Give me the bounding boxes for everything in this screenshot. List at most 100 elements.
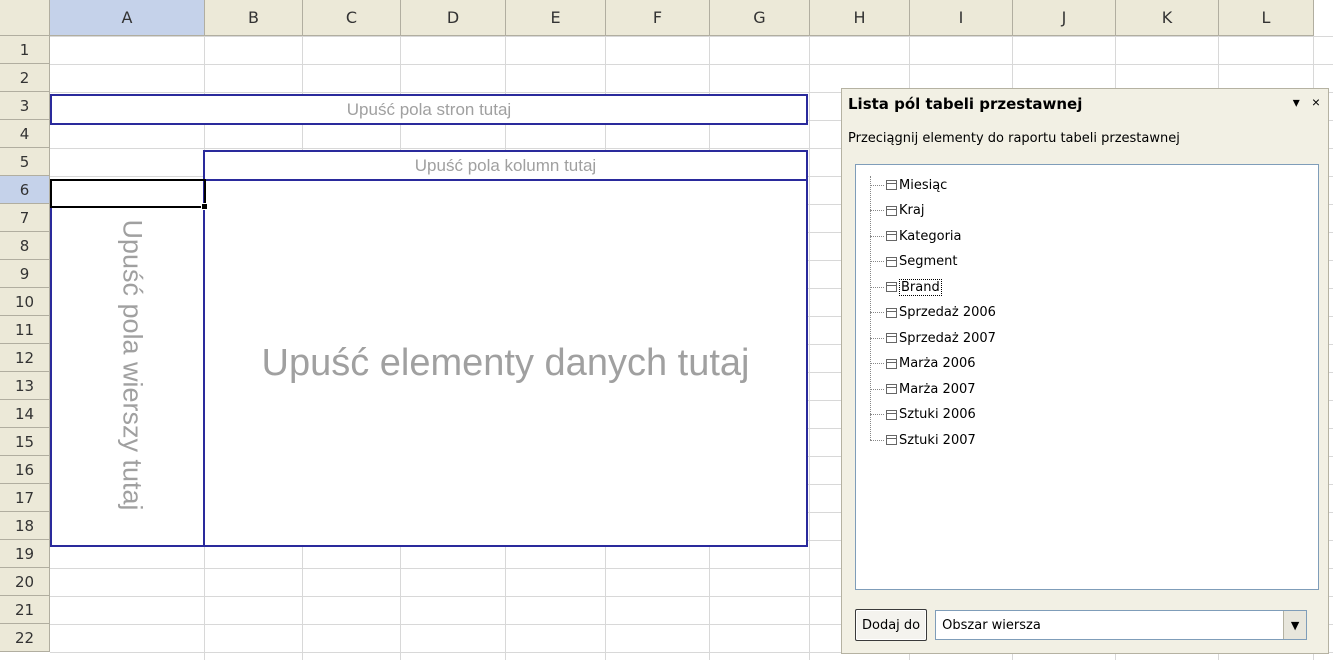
pivot-field-label: Brand bbox=[899, 278, 942, 296]
column-header-c[interactable]: C bbox=[303, 0, 401, 36]
row-header-17[interactable]: 17 bbox=[0, 484, 50, 512]
pivot-field-item[interactable]: Sztuki 2006 bbox=[870, 404, 976, 426]
pivot-field-item[interactable]: Segment bbox=[870, 251, 958, 273]
field-icon bbox=[886, 435, 897, 445]
field-icon bbox=[886, 205, 897, 216]
grid-column-line bbox=[809, 36, 810, 660]
pivot-field-item[interactable]: Miesiąc bbox=[870, 174, 947, 196]
column-header-e[interactable]: E bbox=[506, 0, 606, 36]
field-icon bbox=[886, 307, 897, 318]
row-header-22[interactable]: 22 bbox=[0, 624, 50, 652]
pivot-field-item[interactable]: Kraj bbox=[870, 200, 924, 222]
field-icon bbox=[886, 409, 897, 420]
column-header-f[interactable]: F bbox=[606, 0, 710, 36]
tree-branch-line bbox=[870, 312, 884, 313]
panel-title: Lista pól tabeli przestawnej bbox=[848, 95, 1083, 113]
field-list[interactable]: Miesiąc Kraj Kategoria Segment Brand Sprzedaż… bbox=[855, 164, 1319, 590]
pivot-field-label: Marża 2006 bbox=[899, 356, 976, 371]
row-header-13[interactable]: 13 bbox=[0, 372, 50, 400]
column-header-k[interactable]: K bbox=[1116, 0, 1219, 36]
column-header-g[interactable]: G bbox=[710, 0, 810, 36]
column-header-l[interactable]: L bbox=[1219, 0, 1314, 36]
pivot-field-label: Kategoria bbox=[899, 228, 962, 244]
data-items-drop-label: Upuść elementy danych tutaj bbox=[261, 341, 750, 384]
pivot-field-label: Marża 2007 bbox=[899, 381, 976, 397]
row-header-12[interactable]: 12 bbox=[0, 344, 50, 372]
pivot-field-item[interactable]: Brand bbox=[870, 276, 942, 298]
column-header-b[interactable]: B bbox=[205, 0, 303, 36]
tree-branch-line bbox=[870, 261, 884, 262]
pivot-field-label: Miesiąc bbox=[899, 177, 948, 193]
row-headers: 1 2 3 4 5 6 7 8 9 10 11 12 13 14 15 16 17 18 19 20 21 22 bbox=[0, 36, 50, 652]
pivot-field-item[interactable]: Sprzedaż 2006 bbox=[870, 302, 996, 324]
pivot-field-item[interactable]: Sprzedaż 2007 bbox=[870, 327, 996, 349]
field-icon bbox=[886, 231, 897, 241]
row-header-14[interactable]: 14 bbox=[0, 400, 50, 428]
row-header-1[interactable]: 1 bbox=[0, 36, 50, 64]
row-header-2[interactable]: 2 bbox=[0, 64, 50, 92]
area-select-value: Obszar wiersza bbox=[942, 617, 1041, 633]
column-header-d[interactable]: D bbox=[401, 0, 506, 36]
tree-branch-line bbox=[870, 210, 884, 211]
tree-branch-line bbox=[870, 414, 884, 415]
tree-branch-line bbox=[870, 235, 884, 237]
pivot-field-label: Sprzedaż 2007 bbox=[899, 330, 996, 346]
pivot-field-label: Sztuki 2007 bbox=[899, 432, 976, 448]
pivot-field-item[interactable]: Marża 2007 bbox=[870, 378, 976, 400]
field-icon bbox=[886, 358, 897, 369]
panel-description: Przeciągnij elementy do raportu tabeli p… bbox=[848, 131, 1180, 146]
field-icon bbox=[886, 180, 897, 190]
data-items-drop-zone[interactable]: Upuść elementy danych tutaj bbox=[203, 179, 808, 547]
select-all-corner[interactable] bbox=[0, 0, 50, 36]
row-header-6[interactable]: 6 bbox=[0, 176, 50, 204]
row-header-3[interactable]: 3 bbox=[0, 92, 50, 120]
pivot-field-label: Sztuki 2006 bbox=[899, 407, 976, 422]
row-header-19[interactable]: 19 bbox=[0, 540, 50, 568]
column-header-a[interactable]: A bbox=[50, 0, 205, 36]
field-icon bbox=[886, 282, 897, 292]
chevron-down-icon[interactable]: ▼ bbox=[1283, 611, 1307, 639]
tree-branch-line bbox=[870, 337, 884, 339]
row-header-20[interactable]: 20 bbox=[0, 568, 50, 596]
page-fields-drop-label: Upuść pola stron tutaj bbox=[346, 99, 512, 119]
pivot-field-label: Segment bbox=[899, 254, 958, 269]
row-header-7[interactable]: 7 bbox=[0, 204, 50, 232]
tree-branch-line bbox=[870, 388, 884, 390]
active-cell-a6[interactable] bbox=[50, 179, 208, 210]
pivot-field-list-panel: Lista pól tabeli przestawnej ▾ × Przecią… bbox=[841, 88, 1329, 654]
row-header-10[interactable]: 10 bbox=[0, 288, 50, 316]
tree-branch-line bbox=[870, 439, 884, 441]
column-fields-drop-zone[interactable]: Upuść pola kolumn tutaj bbox=[203, 150, 808, 181]
pivot-field-item[interactable]: Kategoria bbox=[870, 225, 962, 247]
fill-handle[interactable] bbox=[201, 203, 208, 210]
row-header-16[interactable]: 16 bbox=[0, 456, 50, 484]
close-icon[interactable]: × bbox=[1312, 94, 1320, 111]
row-header-11[interactable]: 11 bbox=[0, 316, 50, 344]
pivot-field-item[interactable]: Marża 2006 bbox=[870, 353, 976, 375]
tree-branch-line bbox=[870, 363, 884, 364]
column-headers: ABCDEFGHIJKL bbox=[50, 0, 1314, 36]
column-header-j[interactable]: J bbox=[1013, 0, 1116, 36]
column-fields-drop-label: Upuść pola kolumn tutaj bbox=[414, 155, 597, 175]
row-header-21[interactable]: 21 bbox=[0, 596, 50, 624]
row-header-4[interactable]: 4 bbox=[0, 120, 50, 148]
tree-branch-line bbox=[870, 286, 884, 288]
row-header-9[interactable]: 9 bbox=[0, 260, 50, 288]
field-icon bbox=[886, 384, 897, 394]
row-header-18[interactable]: 18 bbox=[0, 512, 50, 540]
column-header-i[interactable]: I bbox=[910, 0, 1013, 36]
row-fields-drop-zone[interactable]: Upuść pola wierszy tutaj bbox=[50, 179, 205, 547]
field-icon bbox=[886, 333, 897, 343]
area-select[interactable]: Obszar wiersza ▼ bbox=[935, 610, 1308, 640]
page-fields-drop-zone[interactable]: Upuść pola stron tutaj bbox=[50, 94, 808, 125]
row-header-5[interactable]: 5 bbox=[0, 148, 50, 176]
add-to-button[interactable]: Dodaj do bbox=[855, 609, 928, 641]
panel-menu-dropdown-icon[interactable]: ▾ bbox=[1293, 94, 1300, 111]
row-header-15[interactable]: 15 bbox=[0, 428, 50, 456]
pivot-field-item[interactable]: Sztuki 2007 bbox=[870, 429, 976, 451]
row-header-8[interactable]: 8 bbox=[0, 232, 50, 260]
column-header-h[interactable]: H bbox=[810, 0, 910, 36]
pivot-field-label: Kraj bbox=[899, 203, 925, 218]
row-fields-drop-label: Upuść pola wierszy tutaj bbox=[117, 219, 148, 511]
pivot-field-label: Sprzedaż 2006 bbox=[899, 305, 996, 320]
